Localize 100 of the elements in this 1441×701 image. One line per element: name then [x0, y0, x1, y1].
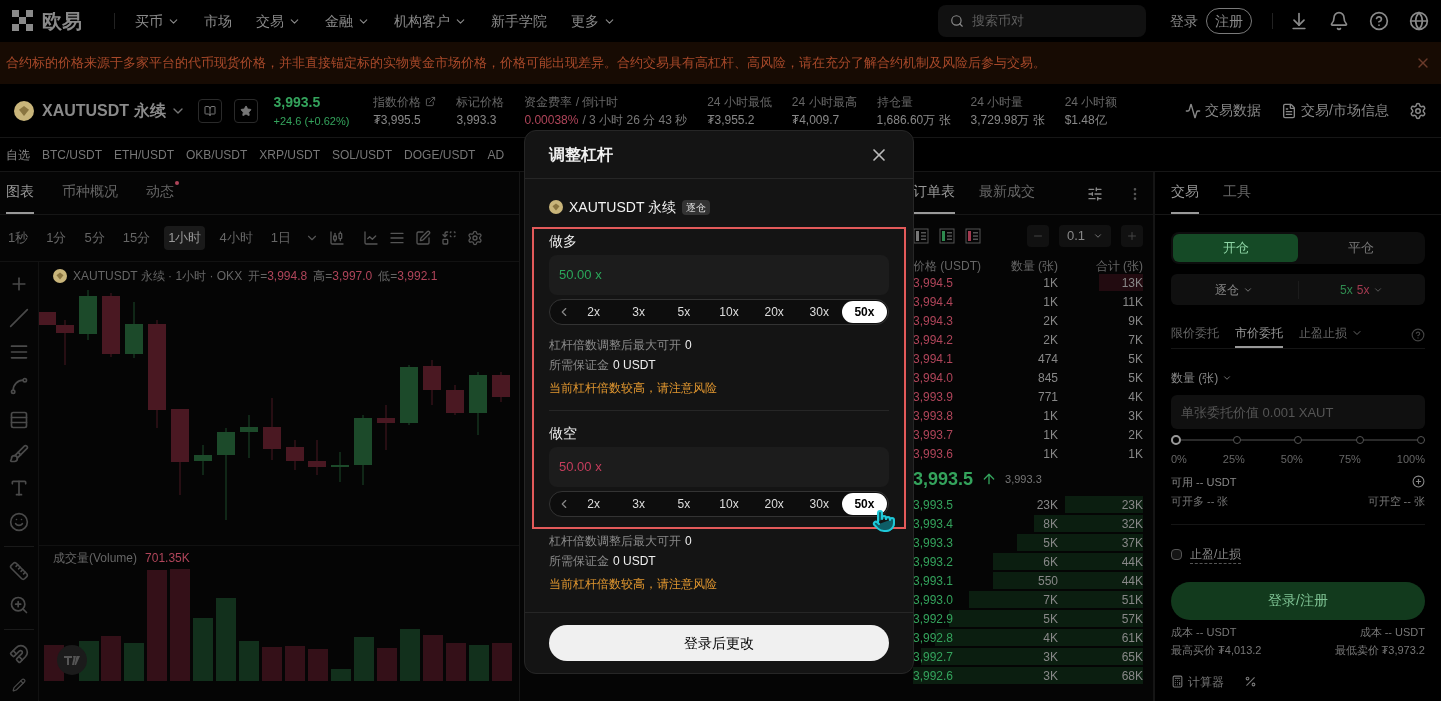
logo-icon[interactable] [12, 10, 34, 32]
interval-button[interactable]: 5分 [80, 226, 109, 250]
asks-view-icon[interactable] [965, 228, 981, 244]
pattern-icon[interactable] [9, 376, 29, 396]
horizontal-lines-icon[interactable] [9, 342, 29, 362]
nav-menu-item[interactable]: 金融 [325, 10, 370, 32]
leverage-option[interactable]: 20x [751, 301, 797, 323]
download-icon[interactable] [1289, 11, 1309, 31]
brand-name[interactable]: 欧易 [42, 6, 82, 36]
list-icon[interactable] [388, 230, 405, 246]
slider-thumb[interactable] [1171, 435, 1181, 445]
leverage-option[interactable]: 50x [841, 493, 887, 515]
tp-sl-label[interactable]: 止盈/止损 [1190, 544, 1242, 564]
trade-tab[interactable]: 交易 [1171, 181, 1199, 214]
edit-icon[interactable] [414, 230, 431, 246]
brush-icon[interactable] [9, 444, 29, 464]
leverage-option[interactable]: 3x [616, 493, 662, 515]
leverage-option[interactable]: 20x [751, 493, 797, 515]
nav-menu-item[interactable]: 市场 [204, 10, 232, 32]
zoom-in-icon[interactable] [9, 595, 29, 615]
both-sides-view-icon[interactable] [913, 228, 929, 244]
interval-button[interactable]: 4小时 [215, 226, 257, 250]
interval-button[interactable]: 15分 [118, 226, 155, 250]
trend-line-icon[interactable] [9, 308, 29, 328]
text-tool-icon[interactable] [9, 478, 29, 498]
pair-link[interactable]: XRP/USDT [259, 145, 321, 164]
chart-tab[interactable]: 动态 [146, 181, 174, 214]
order-type-tab[interactable]: 限价委托 [1171, 324, 1219, 348]
sliders-icon[interactable] [1087, 186, 1103, 202]
indicator-icon[interactable] [362, 230, 379, 246]
leverage-option[interactable]: 10x [706, 301, 752, 323]
order-type-tab[interactable]: 止盈止损 [1299, 324, 1363, 348]
slider-tick[interactable] [1355, 436, 1364, 444]
leverage-option[interactable]: 10x [706, 493, 752, 515]
leverage-option[interactable]: 30x [796, 301, 842, 323]
leverage-input[interactable]: 50.00 x [549, 255, 889, 295]
interval-button[interactable]: 1秒 [4, 226, 33, 250]
calculator-link[interactable]: 计算器 [1188, 672, 1224, 691]
chart-tab[interactable]: 币种概况 [62, 181, 118, 214]
book-button[interactable] [197, 98, 222, 123]
add-funds-icon[interactable] [1412, 475, 1425, 489]
symbol-title[interactable]: XAUTUSDT 永续 [42, 98, 166, 123]
nav-menu-item[interactable]: 机构客户 [394, 10, 467, 32]
chart-logo-icon[interactable] [57, 645, 87, 675]
interval-button[interactable]: 1小时 [164, 226, 206, 250]
magnet-icon[interactable] [9, 644, 29, 664]
replace-icon[interactable] [440, 230, 457, 246]
order-book-tab[interactable]: 最新成交 [979, 181, 1035, 214]
trade-tab[interactable]: 工具 [1223, 181, 1251, 214]
percent-icon[interactable] [1244, 675, 1257, 688]
mode-tab[interactable]: 平仓 [1298, 234, 1423, 262]
notification-bell-icon[interactable] [1329, 11, 1349, 31]
toolbar-link[interactable]: 交易/市场信息 [1281, 100, 1389, 121]
leverage-input[interactable]: 50.00 x [549, 447, 889, 487]
chart-tab[interactable]: 图表 [6, 181, 34, 214]
margin-mode-select[interactable]: 逐仓 [1171, 280, 1299, 299]
favorites-label[interactable]: 自选 [6, 145, 30, 164]
leverage-option[interactable]: 3x [616, 301, 662, 323]
tp-sl-checkbox[interactable] [1171, 548, 1182, 560]
pair-link[interactable]: BTC/USDT [42, 145, 102, 164]
pair-link[interactable]: SOL/USDT [332, 145, 393, 164]
mode-tab[interactable]: 开仓 [1173, 234, 1298, 262]
quantity-input[interactable]: 单张委托价值 0.001 XAUT [1171, 395, 1425, 429]
login-register-button[interactable]: 登录/注册 [1171, 581, 1425, 620]
order-type-tab[interactable]: 市价委托 [1235, 324, 1283, 348]
settings-icon[interactable] [466, 230, 483, 246]
help-icon[interactable] [1369, 11, 1389, 31]
ruler-icon[interactable] [9, 561, 29, 581]
interval-button[interactable]: 1日 [266, 226, 295, 250]
slider-tick[interactable] [1294, 436, 1302, 444]
candle-type-icon[interactable] [328, 230, 345, 246]
favorite-button[interactable] [233, 98, 258, 123]
pair-link[interactable]: AD [487, 145, 505, 164]
leverage-select[interactable]: 5x 5x [1298, 280, 1425, 299]
leverage-option[interactable]: 5x [661, 301, 707, 323]
pair-link[interactable]: ETH/USDT [114, 145, 174, 164]
step-select[interactable]: 0.1 [1058, 225, 1111, 247]
nav-menu-item[interactable]: 新手学院 [491, 10, 547, 32]
quantity-unit-select[interactable]: 数量 (张) [1171, 369, 1425, 387]
slider-tick[interactable] [1232, 436, 1241, 444]
confirm-button[interactable]: 登录后更改 [549, 625, 889, 661]
external-link-icon[interactable] [425, 96, 437, 107]
globe-icon[interactable] [1409, 11, 1429, 31]
nav-menu-item[interactable]: 买币 [135, 10, 180, 32]
leverage-option[interactable]: 30x [796, 493, 842, 515]
nav-menu-item[interactable]: 交易 [256, 10, 301, 32]
pair-link[interactable]: DOGE/USDT [404, 145, 476, 164]
pencil-icon[interactable] [12, 678, 26, 692]
emoji-icon[interactable] [9, 512, 29, 532]
login-link[interactable]: 登录 [1170, 10, 1198, 32]
fibonacci-icon[interactable] [9, 410, 29, 430]
leverage-option[interactable]: 5x [661, 493, 707, 515]
toolbar-link[interactable]: 交易数据 [1185, 100, 1262, 121]
nav-menu-item[interactable]: 更多 [571, 10, 616, 32]
interval-button[interactable]: 1分 [42, 226, 71, 250]
leverage-option[interactable]: 2x [571, 493, 617, 515]
calculator-icon[interactable] [1171, 675, 1184, 688]
settings-icon[interactable] [1409, 101, 1427, 120]
bids-view-icon[interactable] [939, 228, 955, 244]
slider-track[interactable] [1171, 435, 1425, 445]
